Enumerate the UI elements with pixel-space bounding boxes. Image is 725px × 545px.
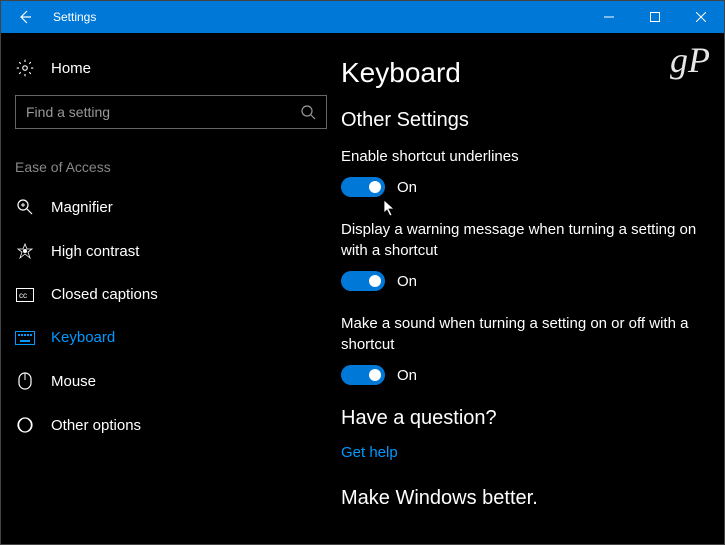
close-icon [696,12,706,22]
toggle-warning-message[interactable] [341,271,385,291]
svg-text:cc: cc [19,291,27,300]
sidebar-item-other-options[interactable]: Other options [1,403,341,447]
get-help-link[interactable]: Get help [341,444,704,461]
sidebar: Home Find a setting Ease of Access Magni… [1,33,341,544]
arrow-left-icon [17,9,33,25]
setting-sound-label: Make a sound when turning a setting on o… [341,313,704,355]
make-windows-better-header: Make Windows better. [341,487,704,510]
toggle-state: On [397,179,417,196]
sidebar-item-label: Other options [51,417,141,434]
sidebar-item-closed-captions[interactable]: cc Closed captions [1,273,341,316]
setting-warning-message-label: Display a warning message when turning a… [341,219,704,261]
page-title: Keyboard [341,57,704,89]
gear-icon [15,59,35,77]
maximize-button[interactable] [632,1,678,33]
setting-shortcut-underlines-label: Enable shortcut underlines [341,146,704,167]
sidebar-item-high-contrast[interactable]: High contrast [1,229,341,273]
titlebar: Settings [1,1,724,33]
sidebar-item-label: Mouse [51,373,96,390]
close-button[interactable] [678,1,724,33]
home-label: Home [51,60,91,77]
search-placeholder: Find a setting [26,104,110,120]
window-title: Settings [49,10,586,24]
sidebar-item-mouse[interactable]: Mouse [1,359,341,403]
have-question-header: Have a question? [341,407,704,430]
section-other-settings: Other Settings [341,109,704,132]
contrast-icon [15,242,35,260]
back-button[interactable] [1,1,49,33]
toggle-sound[interactable] [341,365,385,385]
minimize-button[interactable] [586,1,632,33]
minimize-icon [604,12,614,22]
home-nav[interactable]: Home [1,49,341,87]
sidebar-item-label: Magnifier [51,199,113,216]
sidebar-item-label: Keyboard [51,329,115,346]
category-header: Ease of Access [1,149,341,185]
toggle-knob [369,181,381,193]
mouse-icon [15,372,35,390]
maximize-icon [650,12,660,22]
keyboard-icon [15,331,35,345]
other-options-icon [15,416,35,434]
main-content: Keyboard Other Settings Enable shortcut … [341,33,724,544]
magnifier-icon [15,198,35,216]
search-input[interactable]: Find a setting [15,95,327,129]
sidebar-item-label: Closed captions [51,286,158,303]
search-icon [300,104,316,120]
toggle-state: On [397,367,417,384]
sidebar-item-magnifier[interactable]: Magnifier [1,185,341,229]
toggle-state: On [397,273,417,290]
sidebar-item-label: High contrast [51,243,139,260]
toggle-knob [369,275,381,287]
sidebar-item-keyboard[interactable]: Keyboard [1,316,341,359]
cc-icon: cc [15,288,35,302]
toggle-shortcut-underlines[interactable] [341,177,385,197]
toggle-knob [369,369,381,381]
